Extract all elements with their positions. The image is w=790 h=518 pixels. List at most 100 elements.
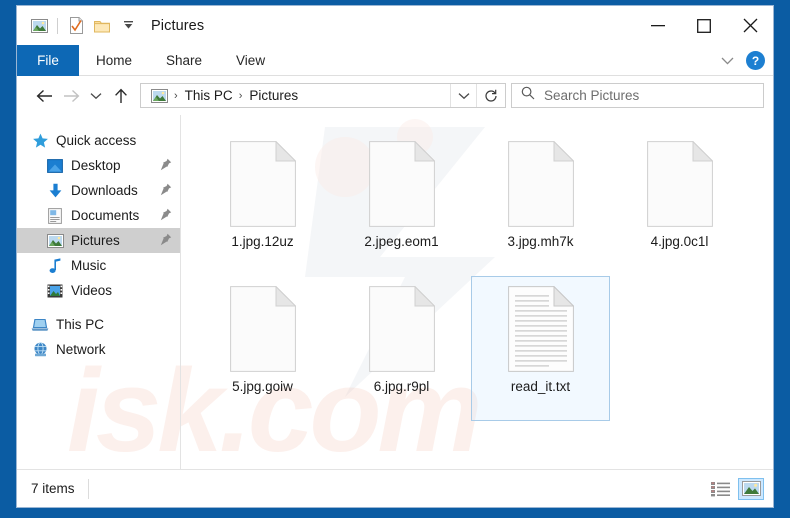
documents-icon [44,207,66,225]
file-item[interactable]: 1.jpg.12uz [193,131,332,276]
minimize-button[interactable] [635,6,681,45]
file-name: 4.jpg.0c1l [650,234,709,249]
check-document-icon[interactable] [63,14,89,38]
recent-locations-icon[interactable] [85,82,107,109]
tab-home[interactable]: Home [79,45,149,76]
breadcrumb-pictures[interactable]: Pictures [245,88,302,103]
expand-ribbon-icon[interactable] [714,48,740,74]
sidebar-item-label: Music [71,258,107,273]
address-bar: › This PC › Pictures Search Pictures [17,76,773,115]
maximize-button[interactable] [681,6,727,45]
file-name: 5.jpg.goiw [232,379,293,394]
refresh-button[interactable] [476,84,505,107]
file-explorer-window: Pictures File Home Share View ? › This P… [16,5,774,508]
pin-icon[interactable] [160,233,172,249]
file-name: 2.jpeg.eom1 [364,234,439,249]
new-folder-icon[interactable] [89,14,115,38]
network-icon [29,341,51,359]
sidebar-item-desktop[interactable]: Desktop [17,153,180,178]
pin-icon[interactable] [160,208,172,224]
forward-button[interactable] [58,82,85,109]
details-view-button[interactable] [708,478,734,500]
address-dropdown-icon[interactable] [450,84,476,107]
sidebar-item-pictures[interactable]: Pictures [17,228,180,253]
sidebar-item-documents[interactable]: Documents [17,203,180,228]
file-item-selected[interactable]: read_it.txt [471,276,610,421]
file-list-view[interactable]: 1.jpg.12uz 2.jpeg.eom1 3.jpg.mh7k 4.jpg.… [181,115,773,469]
tab-view[interactable]: View [219,45,282,76]
tab-file[interactable]: File [17,45,79,76]
window-controls [635,6,773,45]
breadcrumb: › This PC › Pictures [146,84,450,108]
search-icon [521,86,535,105]
file-name: 6.jpg.r9pl [373,379,430,394]
address-field[interactable]: › This PC › Pictures [140,83,506,108]
sidebar-item-label: Network [56,342,106,357]
ribbon-tabs: File Home Share View ? [17,45,773,76]
sidebar-item-music[interactable]: Music [17,253,180,278]
title-bar: Pictures [17,6,773,45]
status-divider [87,478,89,499]
breadcrumb-separator: › [238,89,243,102]
blank-document-icon [507,140,575,227]
ribbon-right-controls: ? [714,45,765,76]
large-icons-view-button[interactable] [738,477,764,500]
file-item[interactable]: 3.jpg.mh7k [471,131,610,276]
back-button[interactable] [31,82,58,109]
explorer-body: isk.com Quick access Desktop Downloads D… [17,115,773,469]
sidebar-item-label: Quick access [56,133,137,148]
breadcrumb-this-pc[interactable]: This PC [181,88,237,103]
file-name: read_it.txt [510,379,571,394]
sidebar-item-label: Pictures [71,233,120,248]
pictures-icon [44,232,66,250]
view-toggle-group [708,477,764,500]
sidebar-item-label: This PC [56,317,105,332]
file-grid: 1.jpg.12uz 2.jpeg.eom1 3.jpg.mh7k 4.jpg.… [193,131,773,421]
music-note-icon [44,257,66,275]
status-bar: 7 items [17,469,773,507]
quick-access-toolbar [26,14,141,38]
close-button[interactable] [727,6,773,45]
sidebar-item-videos[interactable]: Videos [17,278,180,303]
file-item[interactable]: 6.jpg.r9pl [332,276,471,421]
tab-share[interactable]: Share [149,45,219,76]
star-icon [29,132,51,150]
blank-document-icon [368,140,436,227]
up-button[interactable] [107,82,134,109]
file-item[interactable]: 2.jpeg.eom1 [332,131,471,276]
blank-document-icon [229,140,297,227]
sidebar-item-label: Downloads [71,183,138,198]
help-button[interactable]: ? [746,51,765,70]
pin-icon[interactable] [160,158,172,174]
blank-document-icon [368,285,436,372]
file-name: 1.jpg.12uz [231,234,294,249]
properties-icon[interactable] [26,14,52,38]
sidebar-item-this-pc[interactable]: This PC [17,312,180,337]
text-document-icon [507,285,575,372]
file-name: 3.jpg.mh7k [507,234,574,249]
blank-document-icon [229,285,297,372]
computer-icon [29,316,51,334]
toolbar-divider [57,17,58,34]
sidebar-item-label: Documents [71,208,140,223]
breadcrumb-separator: › [174,89,178,102]
pin-icon[interactable] [160,183,172,199]
video-icon [44,282,66,300]
search-placeholder: Search Pictures [544,88,640,103]
sidebar-item-network[interactable]: Network [17,337,180,362]
item-count-label: 7 items [31,481,75,496]
sidebar-item-label: Desktop [71,158,121,173]
download-icon [44,182,66,200]
search-input[interactable]: Search Pictures [511,83,764,108]
sidebar-item-label: Videos [71,283,113,298]
pictures-location-icon [146,84,172,108]
sidebar-item-downloads[interactable]: Downloads [17,178,180,203]
blank-document-icon [646,140,714,227]
sidebar-item-quick-access[interactable]: Quick access [17,128,180,153]
navigation-pane: Quick access Desktop Downloads Documents… [17,115,181,469]
customize-qat-icon[interactable] [115,14,141,38]
window-title: Pictures [151,17,205,34]
file-item[interactable]: 4.jpg.0c1l [610,131,749,276]
file-item[interactable]: 5.jpg.goiw [193,276,332,421]
